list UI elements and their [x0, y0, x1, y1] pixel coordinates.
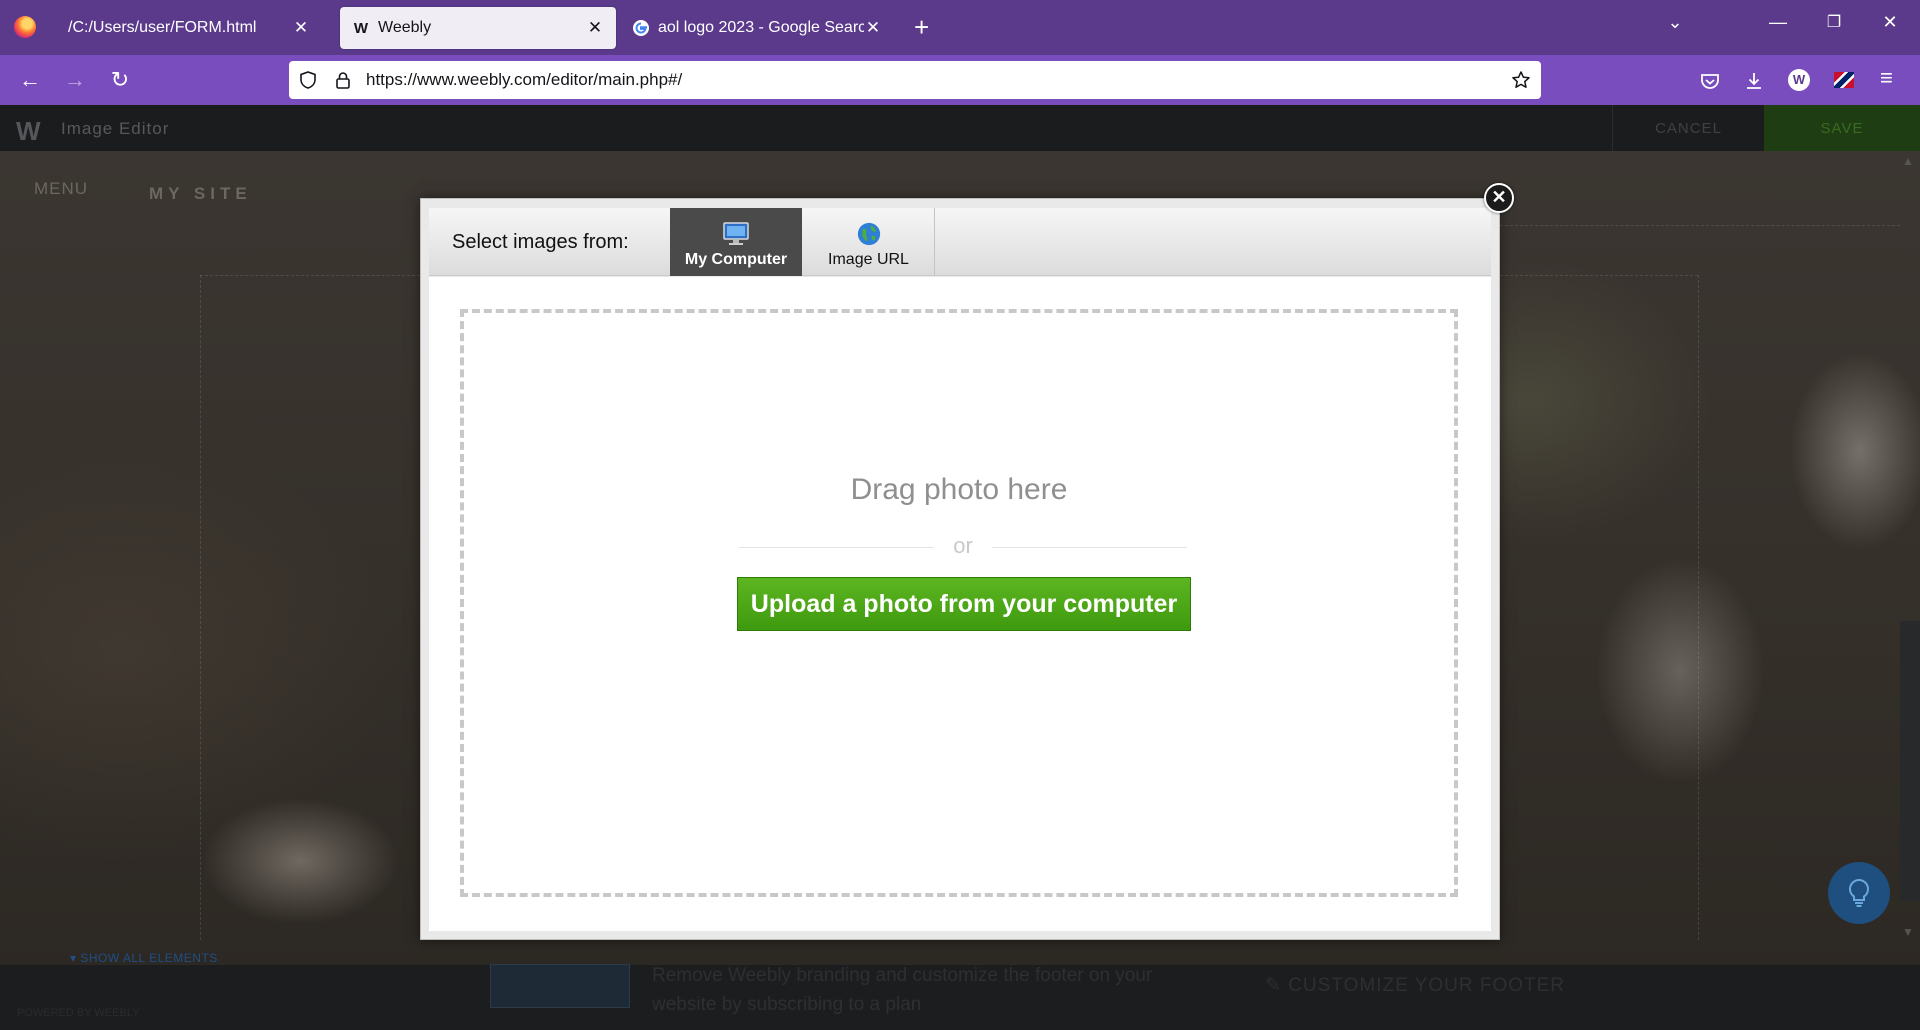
close-window-icon[interactable]: ✕	[1875, 12, 1905, 33]
close-tab-icon[interactable]: ✕	[292, 18, 310, 38]
source-label: Select images from:	[452, 231, 629, 253]
tab-label: Image URL	[828, 251, 909, 268]
tab-google-search[interactable]: aol logo 2023 - Google Search ✕	[628, 7, 886, 49]
weebly-favicon-icon: W	[353, 19, 369, 37]
tab-label: My Computer	[684, 251, 788, 268]
close-tab-icon[interactable]: ✕	[864, 18, 882, 38]
browser-nav-bar: ← → ↻ https://www.weebly.com/editor/main…	[0, 55, 1920, 105]
customize-footer-link[interactable]: ✎ CUSTOMIZE YOUR FOOTER	[1265, 974, 1565, 997]
site-menu-link[interactable]: MENU	[34, 179, 88, 199]
close-tab-icon[interactable]: ✕	[586, 18, 604, 38]
layout-guide	[1500, 225, 1900, 226]
layout-guide	[200, 275, 420, 276]
cancel-button[interactable]: CANCEL	[1612, 105, 1764, 151]
footer-promo-text: Remove Weebly branding and customize the…	[652, 965, 1153, 1015]
browser-tab-bar: /C:/Users/user/FORM.html ✕ W Weebly ✕ ao…	[0, 0, 1920, 55]
lightbulb-icon	[1848, 878, 1870, 907]
firefox-logo-icon[interactable]	[14, 16, 36, 38]
scroll-down-arrow-icon[interactable]: ▼	[1902, 925, 1914, 939]
upload-panel: Drag photo here or Upload a photo from y…	[429, 277, 1491, 931]
google-favicon-icon	[632, 19, 650, 37]
upload-photo-button[interactable]: Upload a photo from your computer	[737, 577, 1191, 631]
bookmark-star-icon[interactable]	[1511, 70, 1531, 90]
scrollbar-thumb[interactable]	[1900, 621, 1920, 901]
divider-line	[992, 547, 1187, 548]
photo-drop-zone[interactable]: Drag photo here or Upload a photo from y…	[460, 309, 1458, 897]
footer-credit: POWERED BY WEEBLY	[17, 1007, 140, 1019]
restore-icon[interactable]: ❐	[1819, 12, 1849, 32]
layout-guide	[200, 275, 201, 940]
reload-icon[interactable]: ↻	[105, 67, 135, 93]
tab-title: Weebly	[378, 19, 432, 36]
close-dialog-icon[interactable]: ✕	[1484, 183, 1514, 213]
download-icon[interactable]	[1743, 70, 1765, 92]
or-divider: or	[739, 533, 1187, 563]
tab-title: /C:/Users/user/FORM.html	[68, 19, 257, 36]
weebly-extension-icon[interactable]: W	[1788, 69, 1810, 91]
shield-icon[interactable]	[298, 70, 318, 90]
save-button[interactable]: SAVE	[1764, 105, 1920, 151]
forward-arrow-icon[interactable]: →	[60, 67, 90, 93]
new-tab-plus-icon[interactable]: +	[914, 14, 929, 40]
back-arrow-icon[interactable]: ←	[15, 67, 45, 93]
tab-weebly[interactable]: W Weebly ✕	[340, 7, 616, 49]
lock-icon[interactable]	[333, 70, 353, 90]
tab-title: aol logo 2023 - Google Search	[658, 19, 864, 36]
minimize-icon[interactable]: —	[1763, 12, 1793, 33]
tab-form-html[interactable]: /C:/Users/user/FORM.html ✕	[54, 7, 324, 49]
drag-photo-text: Drag photo here	[850, 473, 1068, 506]
layout-guide	[1698, 275, 1699, 940]
site-title[interactable]: MY SITE	[149, 184, 252, 204]
or-text: or	[953, 533, 973, 558]
hamburger-menu-icon[interactable]: ≡	[1880, 67, 1902, 89]
monitor-icon	[723, 222, 749, 245]
scroll-up-arrow-icon[interactable]: ▲	[1902, 154, 1914, 168]
globe-icon	[857, 222, 880, 246]
layout-guide	[1500, 275, 1698, 276]
editor-top-bar: W Image Editor CANCEL SAVE	[0, 105, 1920, 151]
footer-preview-thumbnail	[490, 964, 630, 1008]
weebly-logo-icon[interactable]: W	[16, 116, 41, 147]
url-text[interactable]: https://www.weebly.com/editor/main.php#/	[366, 70, 682, 90]
tab-my-computer[interactable]: My Computer	[670, 208, 802, 276]
address-bar[interactable]: https://www.weebly.com/editor/main.php#/	[289, 61, 1541, 99]
pocket-icon[interactable]	[1699, 70, 1721, 92]
customize-footer-label: CUSTOMIZE YOUR FOOTER	[1288, 975, 1566, 996]
show-all-elements-label: SHOW ALL ELEMENTS	[80, 951, 218, 965]
image-source-bar: Select images from: My Computer Image UR…	[429, 208, 1491, 276]
tab-image-url[interactable]: Image URL	[803, 208, 935, 276]
image-upload-dialog: Select images from: My Computer Image UR…	[420, 198, 1500, 940]
show-all-elements-link[interactable]: ▾ SHOW ALL ELEMENTS	[70, 951, 218, 965]
editor-title: Image Editor	[61, 119, 170, 138]
help-lightbulb-button[interactable]	[1828, 862, 1890, 924]
list-all-tabs-chevron-icon[interactable]: ⌄	[1660, 12, 1690, 33]
uk-flag-extension-icon[interactable]	[1834, 72, 1854, 88]
